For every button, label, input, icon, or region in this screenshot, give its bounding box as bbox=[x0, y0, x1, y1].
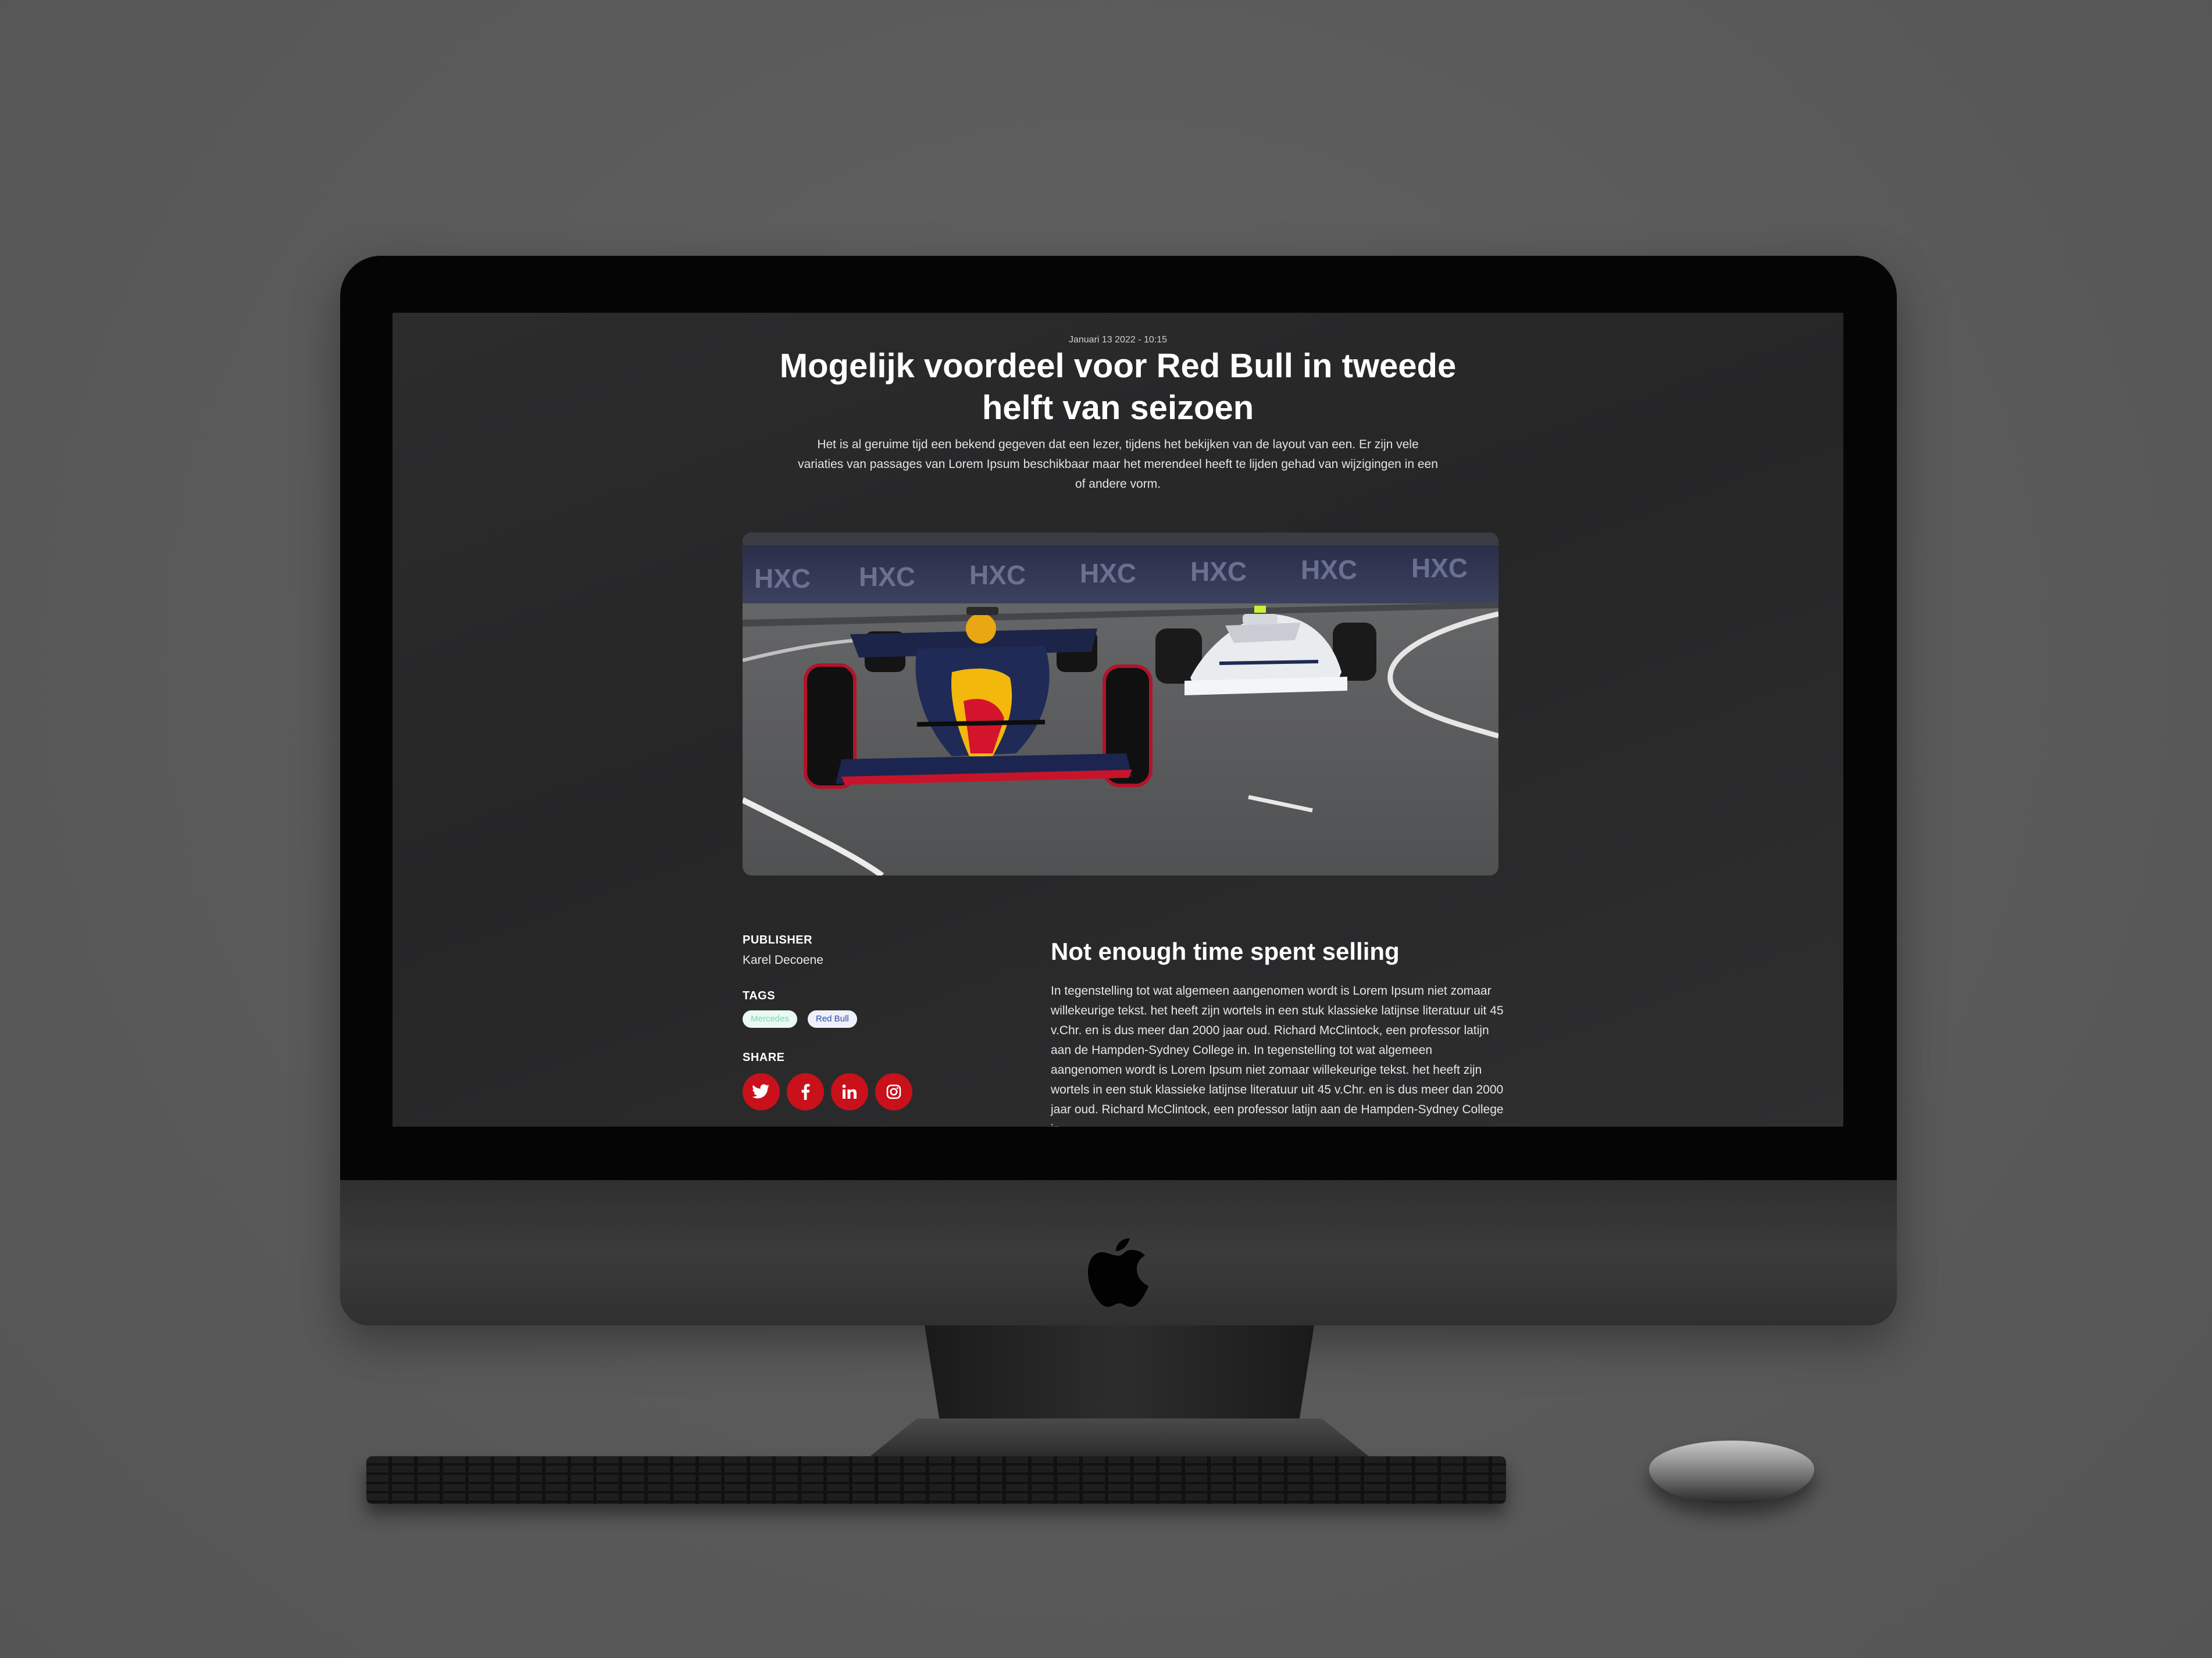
share-linkedin-button[interactable] bbox=[831, 1073, 868, 1110]
instagram-icon bbox=[886, 1084, 901, 1099]
webpage-screen: Januari 13 2022 - 10:15 Mogelijk voordee… bbox=[393, 313, 1843, 1127]
article-title: Mogelijk voordeel voor Red Bull in tweed… bbox=[779, 347, 1457, 427]
share-facebook-button[interactable] bbox=[787, 1073, 824, 1110]
keyboard bbox=[366, 1456, 1506, 1504]
tag-mercedes[interactable]: Mercedes bbox=[743, 1010, 797, 1028]
publisher-label: PUBLISHER bbox=[743, 934, 813, 946]
svg-text:HXC: HXC bbox=[1411, 553, 1468, 583]
twitter-icon bbox=[752, 1084, 769, 1099]
tags-label: TAGS bbox=[743, 989, 776, 1002]
share-twitter-button[interactable] bbox=[743, 1073, 780, 1110]
share-label: SHARE bbox=[743, 1051, 785, 1064]
svg-text:HXC: HXC bbox=[1190, 556, 1247, 587]
svg-text:HXC: HXC bbox=[859, 562, 915, 592]
svg-text:HXC: HXC bbox=[969, 560, 1026, 590]
publisher-name[interactable]: Karel Decoene bbox=[743, 953, 823, 967]
article-lead: Het is al geruime tijd een bekend gegeve… bbox=[798, 438, 1438, 491]
monitor-stand-neck bbox=[925, 1325, 1314, 1424]
hero-image: HXC HXC HXC HXC HXC HXC HXC bbox=[743, 533, 1499, 876]
facebook-icon bbox=[801, 1084, 810, 1100]
tag-red-bull[interactable]: Red Bull bbox=[808, 1010, 857, 1028]
svg-text:HXC: HXC bbox=[754, 563, 811, 594]
section-title: Not enough time spent selling bbox=[1051, 938, 1400, 965]
linkedin-icon bbox=[842, 1084, 857, 1099]
svg-text:HXC: HXC bbox=[1080, 558, 1136, 588]
mouse bbox=[1649, 1441, 1814, 1503]
race-illustration: HXC HXC HXC HXC HXC HXC HXC bbox=[743, 533, 1499, 876]
share-instagram-button[interactable] bbox=[875, 1073, 912, 1110]
apple-logo-icon bbox=[1088, 1238, 1148, 1307]
mockup-scene: Januari 13 2022 - 10:15 Mogelijk voordee… bbox=[0, 0, 2212, 1658]
article-body: In tegenstelling tot wat algemeen aangen… bbox=[1051, 984, 1504, 1127]
svg-text:HXC: HXC bbox=[1301, 555, 1357, 585]
monitor-stand-foot bbox=[866, 1418, 1372, 1459]
article-date: Januari 13 2022 - 10:15 bbox=[1068, 335, 1167, 345]
